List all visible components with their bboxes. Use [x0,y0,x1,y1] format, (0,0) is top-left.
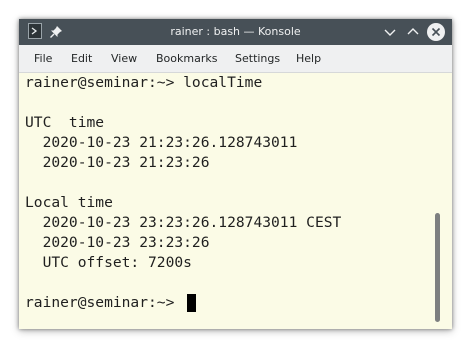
terminal-line: 2020-10-23 23:23:26 [25,234,210,251]
scrollbar[interactable] [435,213,440,322]
close-button[interactable] [427,23,445,41]
terminal-line: 2020-10-23 21:23:26 [25,154,210,171]
terminal-line: rainer@seminar:~> localTime [25,74,263,91]
konsole-window: rainer : bash — Konsole File Edit View B… [19,19,452,329]
minimize-button[interactable] [382,24,398,40]
terminal-line: UTC time [25,114,105,131]
chevron-down-icon [384,29,396,36]
terminal-line: Local time [25,194,113,211]
menu-view[interactable]: View [111,45,137,72]
terminal-line: 2020-10-23 23:23:26.128743011 CEST [25,214,342,231]
menu-help[interactable]: Help [296,45,321,72]
menu-bookmarks[interactable]: Bookmarks [156,45,217,72]
menu-file[interactable]: File [34,45,52,72]
terminal-line: UTC offset: 7200s [25,254,192,271]
terminal-output[interactable]: rainer@seminar:~> localTime UTC time 202… [19,73,452,329]
menu-settings[interactable]: Settings [235,45,280,72]
terminal-line: 2020-10-23 21:23:26.128743011 [25,134,298,151]
terminal-prompt: rainer@seminar:~> [25,294,184,311]
maximize-button[interactable] [405,24,421,40]
close-icon [431,27,441,37]
menu-bar: File Edit View Bookmarks Settings Help [19,45,452,73]
title-bar[interactable]: rainer : bash — Konsole [19,19,452,45]
menu-edit[interactable]: Edit [71,45,92,72]
text-cursor [187,294,196,312]
chevron-up-icon [407,28,419,35]
